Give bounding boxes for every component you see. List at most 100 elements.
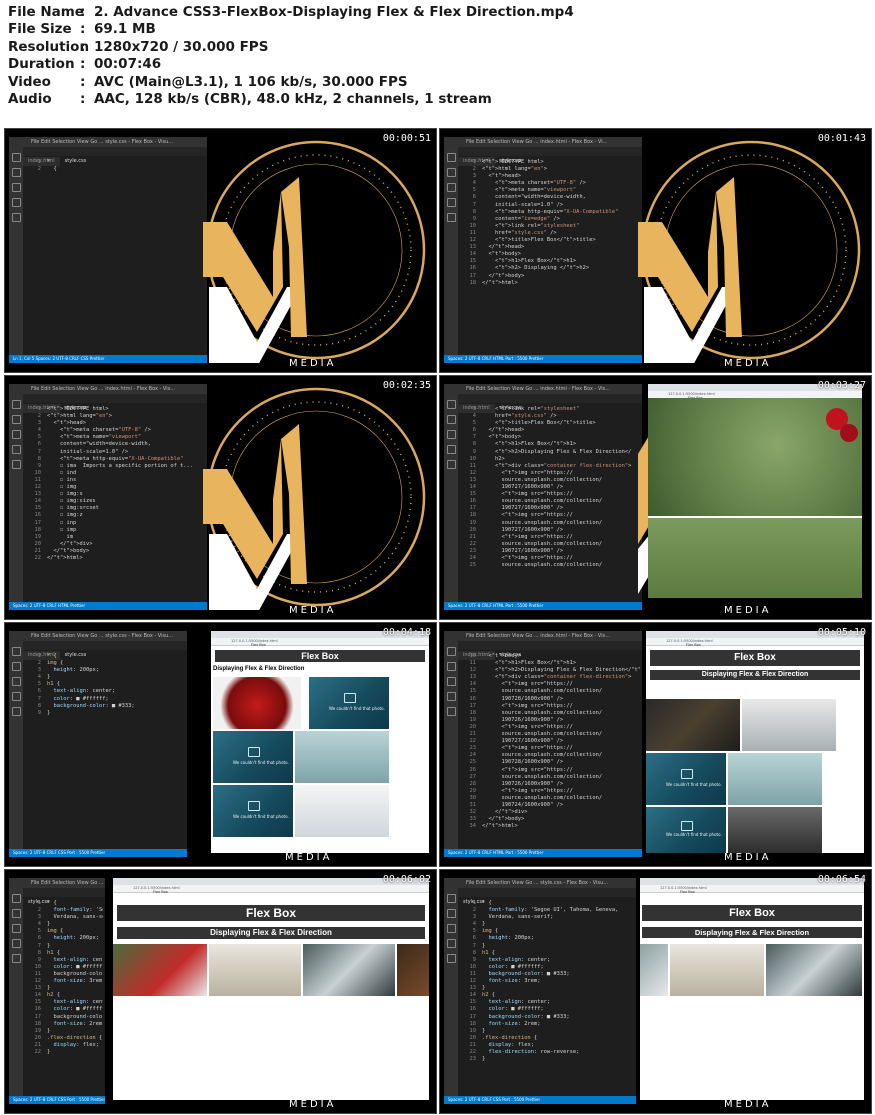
code-text: <"t">img src="https:// — [482, 533, 573, 540]
code-text: img { — [47, 660, 64, 667]
code-editor[interactable]: 3 <"t">link rel="stylesheet" 4 href="styl… — [460, 406, 640, 600]
code-editor[interactable]: 1 * {2 font-family: 'Segoe UI', Tahoma, G… — [460, 900, 634, 1094]
code-line: 14 h2 { — [25, 992, 103, 999]
extensions-icon[interactable] — [11, 460, 21, 469]
code-line: 1 * { — [25, 900, 103, 907]
code-editor[interactable]: 10 <"t">body> 11 <"t">h1>Flex Box</"t">h1… — [460, 653, 641, 847]
code-line: 21 display: flex; — [460, 1042, 634, 1049]
code-editor[interactable]: 1 <"t">!DOCTYPE html> 2 <"t">html lang="en"… — [460, 159, 640, 353]
files-icon[interactable] — [11, 400, 21, 409]
extensions-icon[interactable] — [11, 954, 21, 963]
address-bar[interactable]: 127.0.0.1:5500/index.html — [646, 638, 864, 646]
search-icon[interactable] — [446, 909, 456, 918]
line-number: 14 — [469, 484, 477, 491]
code-text: h1 { — [47, 681, 60, 688]
code-text: { — [47, 166, 57, 173]
line-number: 4 — [472, 921, 476, 928]
debug-icon[interactable] — [11, 198, 21, 207]
source-control-icon[interactable] — [11, 183, 21, 192]
partial-photo — [397, 944, 429, 996]
line-number: 11 — [469, 660, 477, 667]
debug-icon[interactable] — [446, 692, 456, 701]
code-text: .flex-direction { — [47, 1034, 103, 1041]
code-line: 8 <"t">h1>Flex Box</"t">h1> — [460, 441, 640, 448]
debug-icon[interactable] — [446, 445, 456, 454]
unsplash-placeholder-image: We couldn't find that photo. — [646, 753, 726, 805]
extensions-icon[interactable] — [446, 460, 456, 469]
files-icon[interactable] — [446, 400, 456, 409]
files-icon[interactable] — [11, 647, 21, 656]
source-control-icon[interactable] — [446, 183, 456, 192]
video-thumbnail: 00:05:10 File Edit Selection View Go ... … — [439, 622, 872, 867]
extensions-icon[interactable] — [446, 213, 456, 222]
editor-tabs: style.css — [23, 888, 105, 907]
code-line: 16 color: ■ #ffffff — [25, 1006, 104, 1013]
line-number: 14 — [469, 681, 477, 688]
extensions-icon[interactable] — [446, 954, 456, 963]
code-line: 14 ☐ img:sizes — [25, 498, 205, 505]
search-icon[interactable] — [11, 909, 21, 918]
line-number: 32 — [469, 809, 477, 816]
line-number: 4 — [37, 427, 41, 434]
code-text: font-size: 3rem; — [488, 978, 541, 985]
source-control-icon[interactable] — [11, 677, 21, 686]
code-editor[interactable]: 1* {2 font-family: 'Se3 Verdana, sans-se… — [25, 900, 104, 1094]
code-text: content="width=device-width, — [47, 441, 151, 448]
search-icon[interactable] — [446, 415, 456, 424]
code-text: img { — [482, 928, 499, 935]
debug-icon[interactable] — [446, 939, 456, 948]
search-icon[interactable] — [446, 662, 456, 671]
address-bar[interactable]: 127.0.0.1:5500/index.html — [640, 885, 864, 893]
files-icon[interactable] — [446, 894, 456, 903]
info-key: Resolution — [8, 38, 90, 55]
debug-icon[interactable] — [11, 445, 21, 454]
files-icon[interactable] — [446, 153, 456, 162]
extensions-icon[interactable] — [11, 707, 21, 716]
code-text: ☐ ins — [47, 476, 77, 483]
debug-icon[interactable] — [446, 198, 456, 207]
source-control-icon[interactable] — [446, 924, 456, 933]
files-icon[interactable] — [11, 153, 21, 162]
files-icon[interactable] — [446, 647, 456, 656]
source-control-icon[interactable] — [11, 430, 21, 439]
code-text: ☐ ind — [47, 469, 77, 476]
code-line: 14 190727/1600x900" /> — [460, 484, 640, 491]
code-line: 33 </"t">body> — [460, 816, 640, 823]
code-text: <"t">div class="container flex-direction… — [482, 674, 632, 681]
search-icon[interactable] — [11, 662, 21, 671]
line-number: 13 — [34, 985, 42, 992]
activity-bar — [444, 147, 458, 355]
code-text: } — [482, 921, 486, 928]
search-icon[interactable] — [11, 168, 21, 177]
line-number: 9 — [472, 215, 476, 222]
line-number: 22 — [469, 540, 477, 547]
vscode-window: File Edit Selection View Go ... style.cs… — [9, 631, 187, 857]
line-number: 34 — [469, 823, 477, 830]
source-control-icon[interactable] — [446, 677, 456, 686]
code-line: 19} — [460, 1028, 634, 1035]
address-bar[interactable]: 127.0.0.1:5500/index.html — [113, 885, 429, 893]
source-control-icon[interactable] — [11, 924, 21, 933]
source-control-icon[interactable] — [446, 430, 456, 439]
line-number: 1 — [37, 900, 41, 906]
code-line: 13 source.unsplash.com/collection/ — [460, 477, 640, 484]
code-editor[interactable]: 1 <"t">!DOCTYPE html> 2 <"t">html lang="en"… — [25, 406, 205, 600]
extensions-icon[interactable] — [11, 213, 21, 222]
line-number: 19 — [34, 1027, 42, 1034]
code-line: 12 <"t">title>Flex Box</"t">title> — [460, 237, 640, 244]
debug-icon[interactable] — [11, 692, 21, 701]
address-bar[interactable]: 127.0.0.1:5500/index.html — [211, 638, 429, 646]
debug-icon[interactable] — [11, 939, 21, 948]
code-line: 19 190726/1600x900" /> — [460, 717, 640, 724]
search-icon[interactable] — [11, 415, 21, 424]
code-text: source.unsplash.com/collection/ — [482, 773, 603, 780]
code-text: <"t">title>Flex Box</"t">title> — [482, 420, 596, 427]
extensions-icon[interactable] — [446, 707, 456, 716]
files-icon[interactable] — [11, 894, 21, 903]
code-text: 190726/1600x900" /> — [482, 716, 564, 723]
code-line: 4 <"t">meta charset="UTF-8" /> — [460, 180, 640, 187]
code-text: h2 { — [482, 992, 495, 999]
code-editor[interactable]: 1 * {2 img {3 height: 200px; 4} 5 h1 {6 text-… — [25, 653, 185, 847]
search-icon[interactable] — [446, 168, 456, 177]
code-editor[interactable]: 1 * 2 { — [25, 159, 205, 353]
